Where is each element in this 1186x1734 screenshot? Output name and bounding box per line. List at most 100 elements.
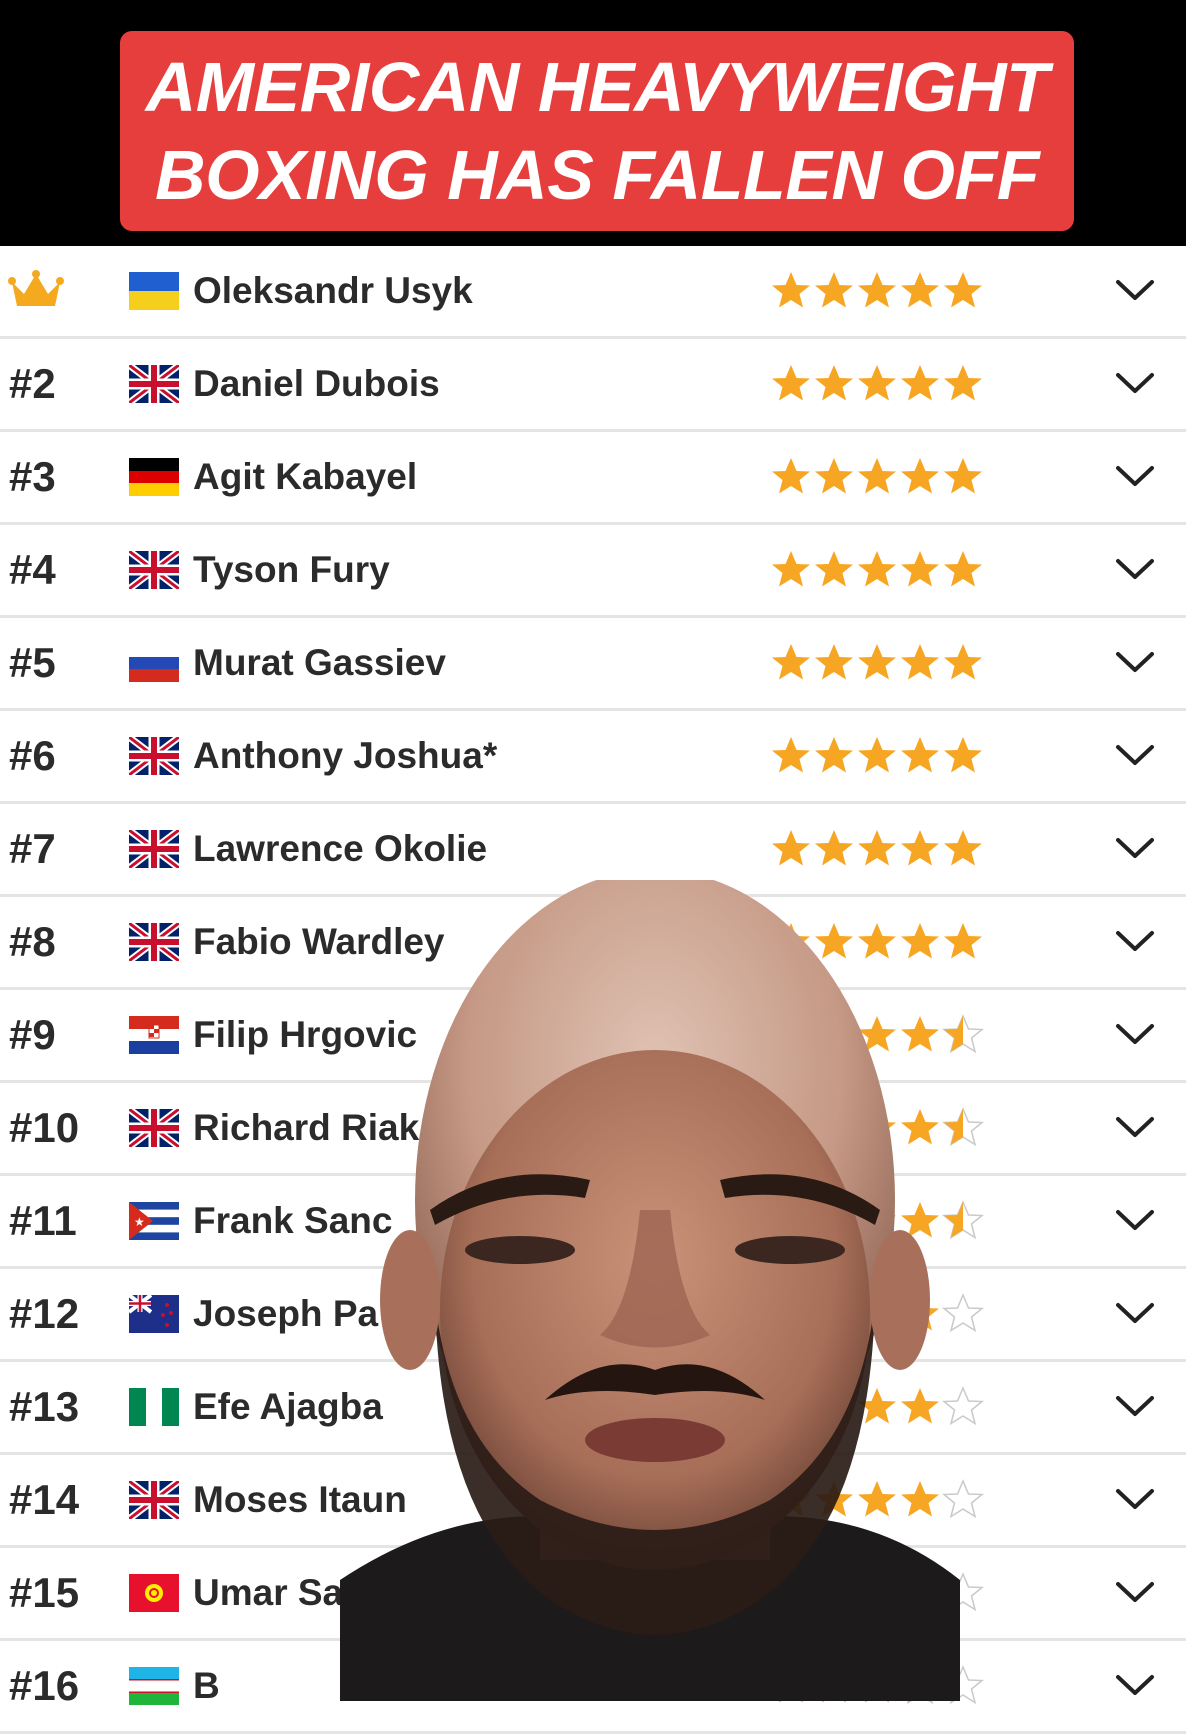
star-icon — [901, 272, 939, 308]
uk-flag-icon — [126, 1478, 182, 1522]
star-icon — [772, 830, 810, 866]
chevron-down-icon[interactable] — [1114, 832, 1156, 869]
chevron-down-icon[interactable] — [1114, 1018, 1156, 1055]
chevron-down-icon[interactable] — [1114, 1576, 1156, 1613]
boxer-name: Daniel Dubois — [193, 363, 440, 404]
rank-number: #16 — [9, 1662, 80, 1709]
star-icon — [858, 737, 896, 773]
chevron-down-icon[interactable] — [1114, 1297, 1156, 1334]
uk-flag-icon — [126, 362, 182, 406]
ranking-row[interactable]: #4 Tyson Fury — [0, 525, 1186, 618]
boxer-name: Murat Gassiev — [193, 642, 446, 683]
svg-text:★: ★ — [134, 1215, 145, 1229]
star-rating — [770, 270, 990, 312]
boxer-name: Anthony Joshua* — [193, 735, 498, 776]
chevron-down-icon[interactable] — [1114, 1669, 1156, 1706]
chevron-down-icon[interactable] — [1114, 925, 1156, 962]
presenter-overlay — [340, 880, 960, 1701]
title-banner: AMERICAN HEAVYWEIGHT BOXING HAS FALLEN O… — [120, 31, 1074, 231]
star-rating — [770, 363, 990, 405]
star-icon — [815, 458, 853, 494]
rank-number: #3 — [9, 453, 56, 500]
star-icon — [901, 458, 939, 494]
star-icon — [815, 830, 853, 866]
rank-number: #13 — [9, 1383, 80, 1430]
new-zealand-flag-icon — [127, 1293, 179, 1333]
rank-number: #8 — [9, 918, 56, 965]
chevron-down-icon[interactable] — [1114, 1390, 1156, 1427]
chevron-down-icon[interactable] — [1114, 739, 1156, 776]
rank-number: #15 — [9, 1569, 80, 1616]
star-icon — [944, 830, 982, 866]
ranking-row[interactable]: Oleksandr Usyk — [0, 246, 1186, 339]
star-rating — [770, 735, 990, 777]
star-icon — [772, 737, 810, 773]
star-icon — [815, 551, 853, 587]
star-icon — [858, 365, 896, 401]
uk-flag-icon — [126, 734, 182, 778]
star-icon — [858, 551, 896, 587]
star-icon — [944, 737, 982, 773]
ranking-row[interactable]: #6 Anthony Joshua* — [0, 711, 1186, 804]
rank-number: #2 — [9, 360, 56, 407]
star-icon — [858, 644, 896, 680]
star-icon — [815, 272, 853, 308]
star-icon — [772, 458, 810, 494]
star-icon — [772, 551, 810, 587]
star-icon — [901, 644, 939, 680]
chevron-down-icon[interactable] — [1114, 460, 1156, 497]
uk-flag-icon — [126, 1106, 182, 1150]
star-icon — [901, 737, 939, 773]
star-icon — [858, 272, 896, 308]
ranking-row[interactable]: #2 Daniel Dubois — [0, 339, 1186, 432]
star-icon — [944, 551, 982, 587]
chevron-down-icon[interactable] — [1114, 274, 1156, 311]
star-icon — [901, 551, 939, 587]
banner-line-2: BOXING HAS FALLEN OFF — [155, 136, 1039, 214]
chevron-down-icon[interactable] — [1114, 367, 1156, 404]
rank-number: #4 — [9, 546, 56, 593]
uk-flag-icon — [126, 920, 182, 964]
chevron-down-icon[interactable] — [1114, 1111, 1156, 1148]
rank-number: #9 — [9, 1011, 56, 1058]
star-icon — [772, 272, 810, 308]
star-icon — [815, 365, 853, 401]
crown-icon — [8, 270, 64, 315]
rank-number: #5 — [9, 639, 56, 686]
rank-number: #12 — [9, 1290, 80, 1337]
russia-flag-icon — [129, 644, 179, 682]
star-rating — [770, 456, 990, 498]
rank-number: #14 — [9, 1476, 80, 1523]
boxer-name: Tyson Fury — [193, 549, 390, 590]
uk-flag-icon — [126, 827, 182, 871]
chevron-down-icon[interactable] — [1114, 646, 1156, 683]
star-rating — [770, 642, 990, 684]
star-icon — [944, 644, 982, 680]
star-icon — [772, 365, 810, 401]
star-icon — [815, 644, 853, 680]
chevron-down-icon[interactable] — [1114, 1483, 1156, 1520]
star-icon — [772, 644, 810, 680]
ranking-row[interactable]: #3 Agit Kabayel — [0, 432, 1186, 525]
nigeria-flag-icon — [129, 1388, 179, 1426]
cuba-flag-icon: ★ — [129, 1202, 179, 1240]
star-icon — [901, 830, 939, 866]
chevron-down-icon[interactable] — [1114, 1204, 1156, 1241]
star-rating — [770, 828, 990, 870]
uzbekistan-flag-icon — [129, 1667, 179, 1705]
ranking-row[interactable]: #5 Murat Gassiev — [0, 618, 1186, 711]
croatia-flag-icon — [129, 1016, 179, 1054]
chevron-down-icon[interactable] — [1114, 553, 1156, 590]
star-icon — [815, 737, 853, 773]
rank-number: #6 — [9, 732, 56, 779]
ukraine-flag-icon — [129, 272, 179, 310]
rank-number: #11 — [9, 1197, 77, 1244]
star-icon — [858, 830, 896, 866]
boxer-name: Oleksandr Usyk — [193, 270, 473, 311]
star-rating — [770, 549, 990, 591]
star-icon — [858, 458, 896, 494]
boxer-name: B — [193, 1665, 220, 1706]
uk-flag-icon — [126, 548, 182, 592]
rank-number: #10 — [9, 1104, 80, 1151]
boxer-name: Agit Kabayel — [193, 456, 418, 497]
